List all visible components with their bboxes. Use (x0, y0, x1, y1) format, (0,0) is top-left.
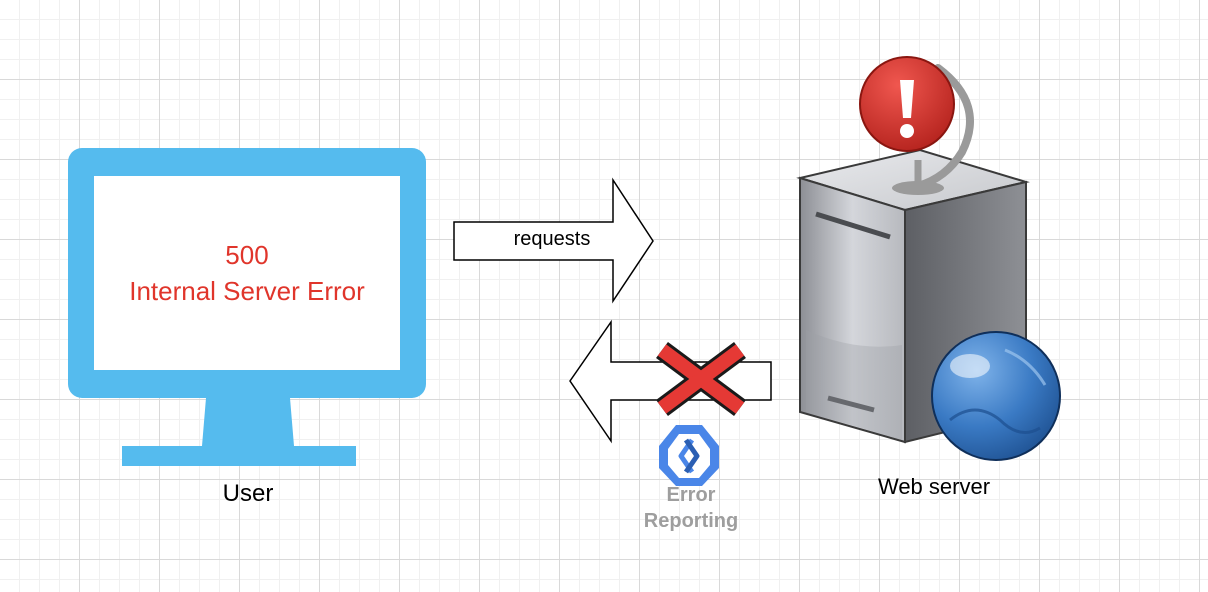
error-reporting-icon (659, 425, 719, 486)
error-reporting-label-line1: Error (666, 484, 716, 506)
web-server-label: Web server (877, 474, 991, 499)
error-code: 500 (225, 240, 269, 270)
error-reporting-label-line2: Reporting (643, 510, 739, 532)
response-arrow (569, 319, 772, 444)
requests-label: requests (513, 228, 591, 250)
error-message: Internal Server Error (129, 276, 365, 306)
monitor-screen-message: 500 Internal Server Error (94, 176, 400, 370)
globe-icon (931, 331, 1061, 461)
error-reporting-label: Error Reporting (620, 482, 762, 534)
user-label: User (222, 480, 274, 507)
